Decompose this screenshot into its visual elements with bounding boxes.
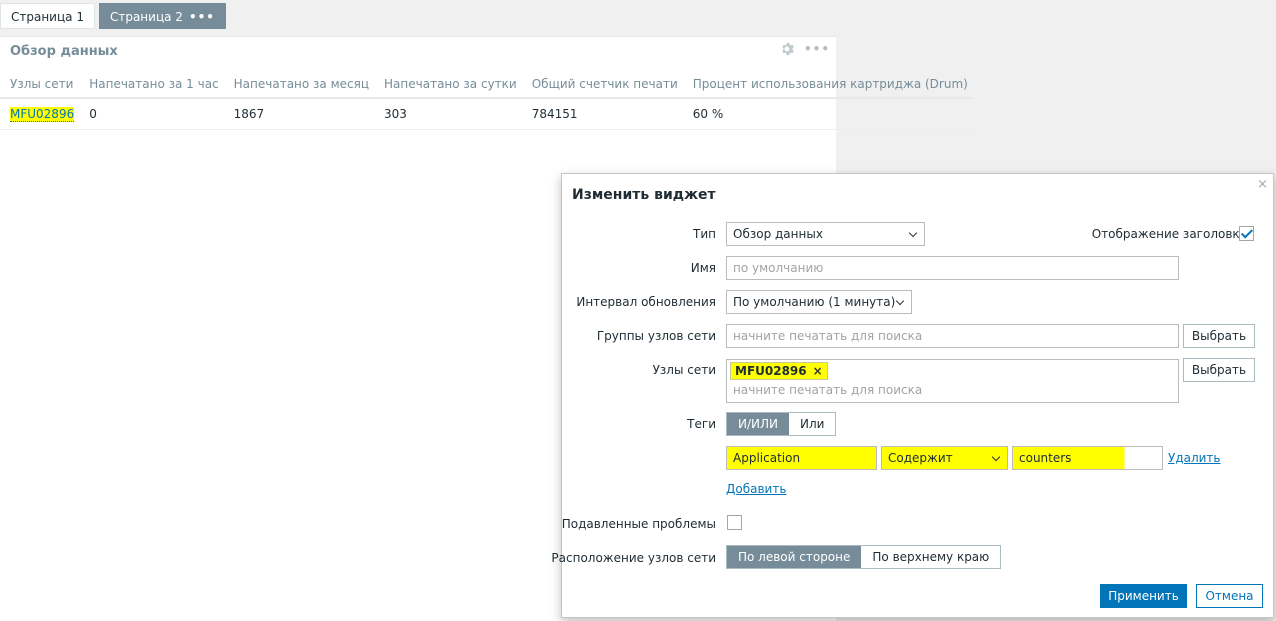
type-select[interactable]: Обзор данных [726, 222, 925, 246]
tab-page-1[interactable]: Страница 1 [0, 3, 95, 29]
host-chip-label: MFU02896 [735, 364, 807, 378]
table-row: MFU02896 0 1867 303 784151 60 % [0, 98, 973, 130]
column-header: Напечатано за месяц [223, 70, 375, 99]
name-placeholder: по умолчанию [733, 261, 824, 275]
hosts-label: Узлы сети [652, 363, 716, 377]
host-cell: MFU02896 [0, 98, 80, 130]
column-header: Процент использования картриджа (Drum) [682, 70, 973, 99]
gear-icon[interactable] [780, 42, 794, 56]
name-label: Имя [690, 261, 716, 275]
refresh-interval-label: Интервал обновления [576, 295, 716, 309]
apply-button[interactable]: Применить [1100, 584, 1187, 608]
refresh-interval-value: По умолчанию (1 минута) [733, 295, 896, 309]
more-icon[interactable]: ••• [189, 4, 215, 30]
host-link[interactable]: MFU02896 [10, 106, 75, 122]
host-groups-input[interactable]: начните печатать для поиска [726, 324, 1179, 348]
close-icon[interactable]: × [1257, 177, 1268, 192]
tag-operator-value: Содержит [888, 451, 953, 465]
tab-page-2[interactable]: Страница 2 ••• [98, 3, 226, 30]
dialog-title: Изменить виджет [572, 187, 716, 203]
table-cell: 784151 [521, 98, 683, 130]
type-label: Тип [693, 227, 716, 241]
table-header-row: Узлы сети Напечатано за 1 час Напечатано… [0, 70, 973, 99]
hosts-search-placeholder[interactable]: начните печатать для поиска [733, 383, 922, 397]
suppressed-problems-checkbox[interactable] [727, 515, 742, 530]
tag-operator-select[interactable]: Содержит [881, 446, 1008, 470]
data-overview-table: Узлы сети Напечатано за 1 час Напечатано… [0, 70, 973, 130]
hosts-select-button[interactable]: Выбрать [1183, 358, 1255, 382]
host-chip: MFU02896 × [730, 362, 828, 380]
refresh-interval-select[interactable]: По умолчанию (1 минута) [726, 290, 912, 314]
table-cell: 303 [374, 98, 522, 130]
tag-name-input[interactable]: Application [726, 446, 877, 470]
edit-widget-dialog: Изменить виджет × Тип Обзор данных Отобр… [551, 173, 1274, 618]
hosts-multiselect[interactable]: MFU02896 × начните печатать для поиска [726, 359, 1179, 403]
name-input[interactable]: по умолчанию [726, 256, 1179, 280]
cancel-button[interactable]: Отмена [1196, 584, 1263, 608]
dashboard-tabs: Страница 1 Страница 2 ••• [0, 3, 230, 29]
widget-title: Обзор данных [10, 44, 118, 59]
host-groups-placeholder: начните печатать для поиска [733, 329, 923, 343]
host-groups-label: Группы узлов сети [596, 329, 716, 343]
column-header: Узлы сети [0, 70, 80, 99]
host-location-toggle: По левой стороне По верхнему краю [726, 545, 1002, 569]
table-cell: 1867 [223, 98, 375, 130]
tags-mode-or[interactable]: Или [789, 413, 836, 435]
widget-header-icons: ••• [780, 42, 830, 56]
table-cell: 60 % [682, 98, 973, 130]
tag-value-input[interactable]: counters [1012, 446, 1163, 470]
more-icon[interactable]: ••• [804, 42, 830, 56]
host-location-left[interactable]: По левой стороне [727, 546, 862, 568]
table-cell: 0 [79, 98, 224, 130]
tags-mode-and-or[interactable]: И/ИЛИ [727, 413, 789, 435]
show-header-checkbox[interactable] [1239, 226, 1254, 241]
host-location-label: Расположение узлов сети [551, 551, 716, 565]
host-location-top[interactable]: По верхнему краю [861, 546, 1001, 568]
column-header: Напечатано за сутки [374, 70, 522, 99]
remove-tag-link[interactable]: Удалить [1168, 451, 1221, 465]
tags-label: Теги [687, 417, 716, 431]
show-header-label: Отображение заголовка [1091, 227, 1247, 241]
tab-label: Страница 1 [11, 10, 84, 24]
column-header: Общий счетчик печати [521, 70, 683, 99]
host-groups-select-button[interactable]: Выбрать [1183, 324, 1255, 348]
add-tag-link[interactable]: Добавить [726, 482, 786, 496]
suppressed-problems-label: Подавленные проблемы [561, 517, 716, 531]
type-select-value: Обзор данных [733, 227, 823, 241]
tab-label: Страница 2 [109, 10, 183, 24]
tags-mode-toggle: И/ИЛИ Или [726, 412, 837, 436]
remove-host-icon[interactable]: × [813, 364, 823, 378]
tag-value-text: counters [1019, 451, 1072, 465]
column-header: Напечатано за 1 час [79, 70, 224, 99]
